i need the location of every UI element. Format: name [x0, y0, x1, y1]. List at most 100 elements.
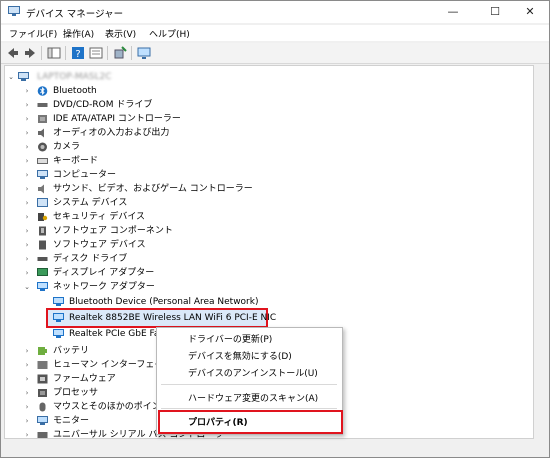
category-label: ソフトウェア デバイス [53, 240, 146, 250]
category-label: カメラ [53, 142, 81, 152]
menu-item-scan-hardware[interactable]: ハードウェア変更のスキャン(A) [188, 391, 318, 404]
expand-arrow-icon[interactable]: › [23, 266, 31, 280]
category-label: コンピューター [53, 170, 117, 180]
device-label: Realtek PCIe GbE Fam [69, 329, 169, 339]
collapse-arrow-icon[interactable]: ⌄ [23, 280, 31, 294]
horizontal-scrollbar[interactable] [4, 439, 534, 453]
menu-help[interactable]: ヘルプ(H) [149, 27, 190, 40]
collapse-arrow-icon[interactable]: ⌄ [7, 70, 15, 84]
menu-view[interactable]: 表示(V) [105, 27, 136, 40]
mouse-icon [39, 402, 46, 412]
category-label: キーボード [53, 156, 99, 166]
category-label: プロセッサ [53, 388, 99, 398]
vertical-scrollbar[interactable] [534, 65, 548, 439]
menu-item-uninstall-device[interactable]: デバイスのアンインストール(U) [188, 366, 318, 379]
category-label: ディスク ドライブ [53, 254, 128, 264]
category-label: バッテリ [53, 346, 90, 356]
tree-category[interactable]: › ソフトウェア コンポーネント [5, 224, 525, 238]
category-label: Bluetooth [53, 86, 97, 96]
menu-item-update-driver[interactable]: ドライバーの更新(P) [188, 332, 272, 345]
category-label: ディスプレイ アダプター [53, 268, 155, 278]
tree-root[interactable]: ⌄ LAPTOP-MASL2C [5, 70, 525, 84]
expand-arrow-icon[interactable]: › [23, 182, 31, 196]
help-icon[interactable]: ? [71, 46, 85, 60]
device-label: Bluetooth Device (Personal Area Network) [69, 297, 259, 307]
tree-category[interactable]: › Bluetooth [5, 84, 525, 98]
tree-category[interactable]: › ディスプレイ アダプター [5, 266, 525, 280]
menu-file[interactable]: ファイル(F) [9, 27, 57, 40]
hid-icon [37, 361, 48, 369]
monitor-icon[interactable] [137, 46, 151, 60]
tree-category[interactable]: › サウンド、ビデオ、およびゲーム コントローラー [5, 182, 525, 196]
expand-arrow-icon[interactable]: › [23, 400, 31, 414]
menu-item-properties[interactable]: プロパティ(R) [188, 415, 248, 428]
window-title: デバイス マネージャー [26, 9, 124, 20]
category-label: IDE ATA/ATAPI コントローラー [53, 114, 181, 124]
tree-category[interactable]: › カメラ [5, 140, 525, 154]
expand-arrow-icon[interactable]: › [23, 168, 31, 182]
maximize-button[interactable]: ☐ [476, 1, 514, 23]
expand-arrow-icon[interactable]: › [23, 344, 31, 358]
tree-category[interactable]: › DVD/CD-ROM ドライブ [5, 98, 525, 112]
tree-category-expanded[interactable]: ⌄ ネットワーク アダプター [5, 280, 525, 294]
toolbar-separator [65, 46, 66, 60]
expand-arrow-icon[interactable]: › [23, 196, 31, 210]
expand-arrow-icon[interactable]: › [23, 210, 31, 224]
category-label: システム デバイス [53, 198, 128, 208]
device-item-selected[interactable]: Realtek 8852BE Wireless LAN WiFi 6 PCI-E… [5, 311, 525, 325]
expand-arrow-icon[interactable]: › [23, 252, 31, 266]
expand-arrow-icon[interactable]: › [23, 126, 31, 140]
tree-category[interactable]: › コンピューター [5, 168, 525, 182]
expand-arrow-icon[interactable]: › [23, 224, 31, 238]
expand-arrow-icon[interactable]: › [23, 372, 31, 386]
menu-item-disable-device[interactable]: デバイスを無効にする(D) [188, 349, 292, 362]
network-adapter-icon [53, 313, 64, 322]
close-button[interactable]: ✕ [511, 1, 549, 23]
properties-icon[interactable] [89, 46, 103, 60]
display-adapter-icon [37, 268, 48, 276]
computer-icon [37, 170, 48, 179]
menu-bar: ファイル(F) 操作(A) 表示(V) ヘルプ(H) [1, 25, 549, 41]
back-icon[interactable] [6, 46, 20, 60]
expand-arrow-icon[interactable]: › [23, 386, 31, 400]
menu-action[interactable]: 操作(A) [63, 27, 94, 40]
software-component-icon [39, 226, 46, 236]
tree-category[interactable]: › セキュリティ デバイス [5, 210, 525, 224]
device-item[interactable]: Bluetooth Device (Personal Area Network) [5, 295, 525, 309]
expand-arrow-icon[interactable]: › [23, 358, 31, 372]
tree-category[interactable]: › システム デバイス [5, 196, 525, 210]
expand-arrow-icon[interactable]: › [23, 84, 31, 98]
device-label: Realtek 8852BE Wireless LAN WiFi 6 PCI-E… [69, 313, 277, 323]
keyboard-icon [37, 158, 48, 164]
disk-drive-icon [37, 257, 48, 261]
category-label: オーディオの入力および出力 [53, 128, 170, 138]
category-label: ネットワーク アダプター [53, 282, 155, 292]
device-manager-window: デバイス マネージャー — ☐ ✕ ファイル(F) 操作(A) 表示(V) ヘル… [0, 0, 550, 458]
dvd-drive-icon [37, 103, 48, 107]
tree-category[interactable]: › ソフトウェア デバイス [5, 238, 525, 252]
software-device-icon [39, 240, 46, 250]
tree-category[interactable]: › IDE ATA/ATAPI コントローラー [5, 112, 525, 126]
device-manager-icon [8, 6, 20, 16]
expand-arrow-icon[interactable]: › [23, 140, 31, 154]
toolbar-separator [107, 46, 108, 60]
toolbar-separator [41, 46, 42, 60]
expand-arrow-icon[interactable]: › [23, 154, 31, 168]
expand-arrow-icon[interactable]: › [23, 98, 31, 112]
show-hide-tree-icon[interactable] [47, 46, 61, 60]
category-label: DVD/CD-ROM ドライブ [53, 100, 153, 110]
expand-arrow-icon[interactable]: › [23, 414, 31, 428]
tree-category[interactable]: › キーボード [5, 154, 525, 168]
title-bar: デバイス マネージャー — ☐ ✕ [1, 1, 549, 23]
scan-hardware-icon[interactable] [113, 46, 127, 60]
expand-arrow-icon[interactable]: › [23, 238, 31, 252]
bluetooth-icon [37, 86, 48, 96]
context-menu: ドライバーの更新(P) デバイスを無効にする(D) デバイスのアンインストール(… [156, 327, 343, 435]
tree-category[interactable]: › オーディオの入力および出力 [5, 126, 525, 140]
forward-icon[interactable] [23, 46, 37, 60]
tree-category[interactable]: › ディスク ドライブ [5, 252, 525, 266]
expand-arrow-icon[interactable]: › [23, 428, 31, 438]
minimize-button[interactable]: — [434, 1, 472, 23]
expand-arrow-icon[interactable]: › [23, 112, 31, 126]
processor-icon [38, 389, 47, 397]
